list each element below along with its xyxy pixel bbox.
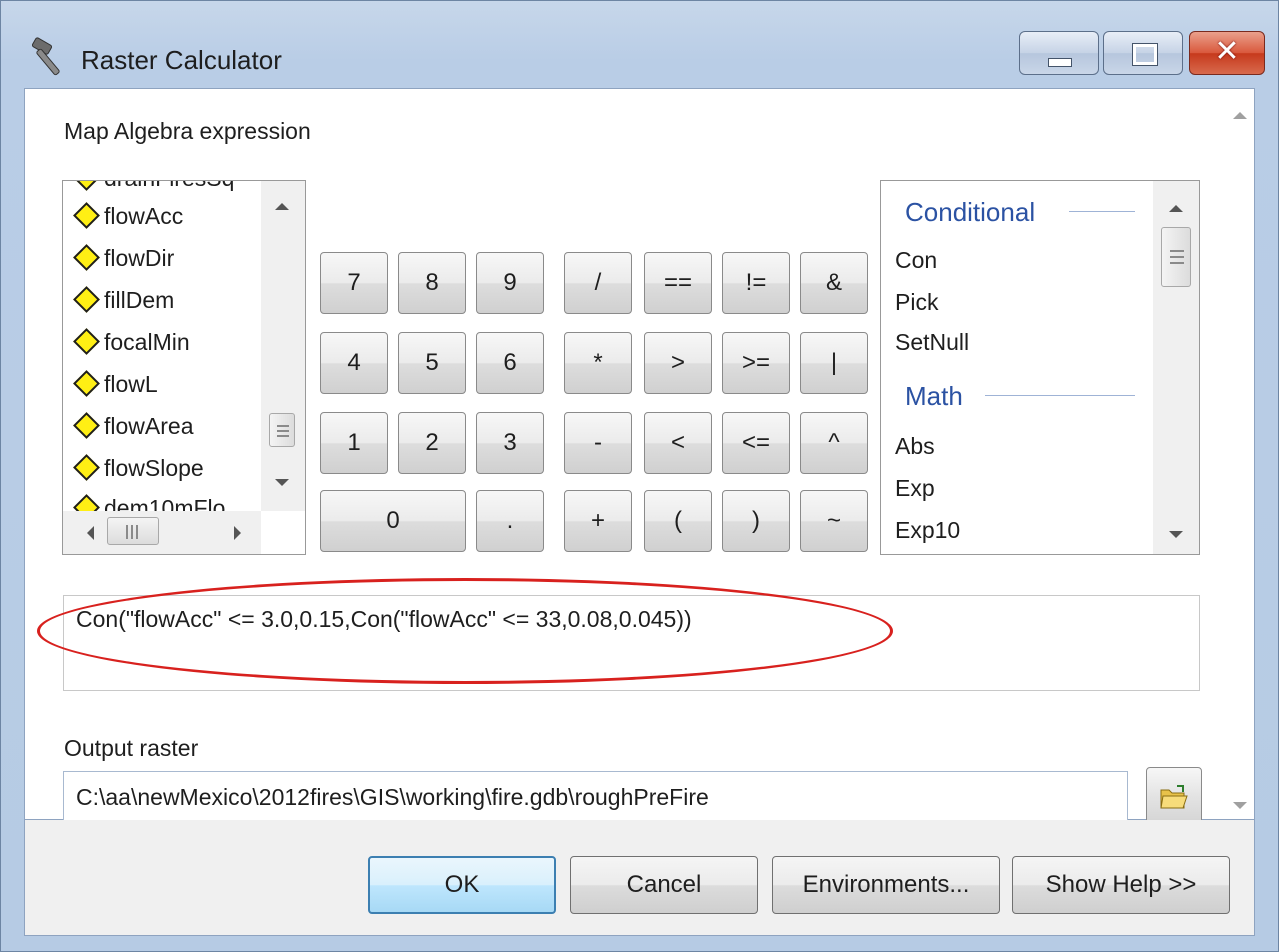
key-5[interactable]: 5 [398, 332, 466, 394]
scroll-left-icon[interactable] [85, 526, 95, 540]
layer-item[interactable]: flowAcc [73, 202, 183, 241]
key-plus[interactable]: + [564, 490, 632, 552]
key-0[interactable]: 0 [320, 490, 466, 552]
raster-layer-icon [73, 286, 100, 314]
key-not[interactable]: ~ [800, 490, 868, 552]
function-item[interactable]: Exp [895, 475, 935, 502]
key-3[interactable]: 3 [476, 412, 544, 474]
raster-layer-icon [73, 244, 100, 272]
functions-vscroll-thumb[interactable] [1161, 227, 1191, 287]
scroll-up-icon[interactable] [1233, 110, 1247, 120]
functions-vscroll[interactable] [1153, 181, 1199, 554]
layers-vscroll[interactable] [261, 181, 305, 511]
layer-item[interactable]: flowArea [73, 412, 193, 451]
scroll-up-icon[interactable] [275, 201, 289, 211]
folder-open-icon [1160, 785, 1188, 809]
scroll-down-icon[interactable] [275, 477, 289, 487]
ok-button[interactable]: OK [368, 856, 556, 914]
window-title: Raster Calculator [81, 45, 282, 75]
layer-item[interactable]: focalMin [73, 328, 190, 367]
scroll-down-icon[interactable] [1233, 800, 1247, 810]
key-equal[interactable]: == [644, 252, 712, 314]
key-decimal[interactable]: . [476, 490, 544, 552]
key-less-equal[interactable]: <= [722, 412, 790, 474]
raster-layer-icon [73, 370, 100, 398]
group-divider [985, 395, 1135, 396]
key-6[interactable]: 6 [476, 332, 544, 394]
function-group-header: Conditional [905, 197, 1036, 227]
group-divider [1069, 211, 1135, 212]
show-help-button[interactable]: Show Help >> [1012, 856, 1230, 914]
functions-list[interactable]: Conditional Con Pick SetNull Math Abs Ex… [880, 180, 1200, 555]
key-close-paren[interactable]: ) [722, 490, 790, 552]
raster-layer-icon [73, 412, 100, 440]
layer-item[interactable]: flowDir [73, 244, 174, 283]
key-greater-equal[interactable]: >= [722, 332, 790, 394]
key-8[interactable]: 8 [398, 252, 466, 314]
minimize-button[interactable] [1019, 31, 1099, 75]
browse-button[interactable] [1146, 767, 1202, 827]
close-icon: ✕ [1214, 34, 1240, 69]
raster-layer-icon [73, 454, 100, 482]
scroll-down-icon[interactable] [1169, 529, 1183, 539]
layers-vscroll-thumb[interactable] [269, 413, 295, 447]
key-divide[interactable]: / [564, 252, 632, 314]
cancel-button[interactable]: Cancel [570, 856, 758, 914]
scroll-up-icon[interactable] [1169, 203, 1183, 213]
expression-label: Map Algebra expression [64, 118, 311, 144]
key-xor[interactable]: ^ [800, 412, 868, 474]
key-less[interactable]: < [644, 412, 712, 474]
key-2[interactable]: 2 [398, 412, 466, 474]
key-multiply[interactable]: * [564, 332, 632, 394]
raster-layer-icon [73, 202, 100, 230]
layers-list[interactable]: drainFiresSq flowAcc flowDir fillDem foc… [62, 180, 306, 555]
title-bar[interactable]: Raster Calculator ✕ [1, 1, 1278, 89]
key-greater[interactable]: > [644, 332, 712, 394]
key-open-paren[interactable]: ( [644, 490, 712, 552]
key-or[interactable]: | [800, 332, 868, 394]
key-4[interactable]: 4 [320, 332, 388, 394]
key-not-equal[interactable]: != [722, 252, 790, 314]
close-button[interactable]: ✕ [1189, 31, 1265, 75]
layer-item[interactable]: flowSlope [73, 454, 204, 493]
layer-item[interactable]: flowL [73, 370, 158, 409]
output-raster-path: C:\aa\newMexico\2012fires\GIS\working\fi… [76, 784, 709, 810]
hammer-icon [31, 37, 60, 76]
function-item[interactable]: Exp10 [895, 517, 960, 544]
layer-item-partial[interactable]: drainFiresSq [73, 181, 234, 203]
highlight-ellipse [37, 578, 893, 684]
function-item[interactable]: Con [895, 247, 937, 274]
output-raster-label: Output raster [64, 735, 199, 761]
layers-hscroll-thumb[interactable] [107, 517, 159, 545]
environments-button[interactable]: Environments... [772, 856, 1000, 914]
raster-layer-icon [73, 328, 100, 356]
layer-item[interactable]: fillDem [73, 286, 174, 325]
maximize-button[interactable] [1103, 31, 1183, 75]
function-item[interactable]: Pick [895, 289, 938, 316]
dialog-scrollbar[interactable] [1224, 90, 1254, 818]
output-raster-field[interactable]: C:\aa\newMexico\2012fires\GIS\working\fi… [63, 771, 1128, 823]
scroll-right-icon[interactable] [233, 526, 243, 540]
function-item[interactable]: SetNull [895, 329, 969, 356]
key-1[interactable]: 1 [320, 412, 388, 474]
key-and[interactable]: & [800, 252, 868, 314]
key-minus[interactable]: - [564, 412, 632, 474]
function-group-header: Math [905, 381, 963, 411]
function-item[interactable]: Abs [895, 433, 935, 460]
key-7[interactable]: 7 [320, 252, 388, 314]
key-9[interactable]: 9 [476, 252, 544, 314]
layers-hscroll[interactable] [63, 511, 261, 554]
